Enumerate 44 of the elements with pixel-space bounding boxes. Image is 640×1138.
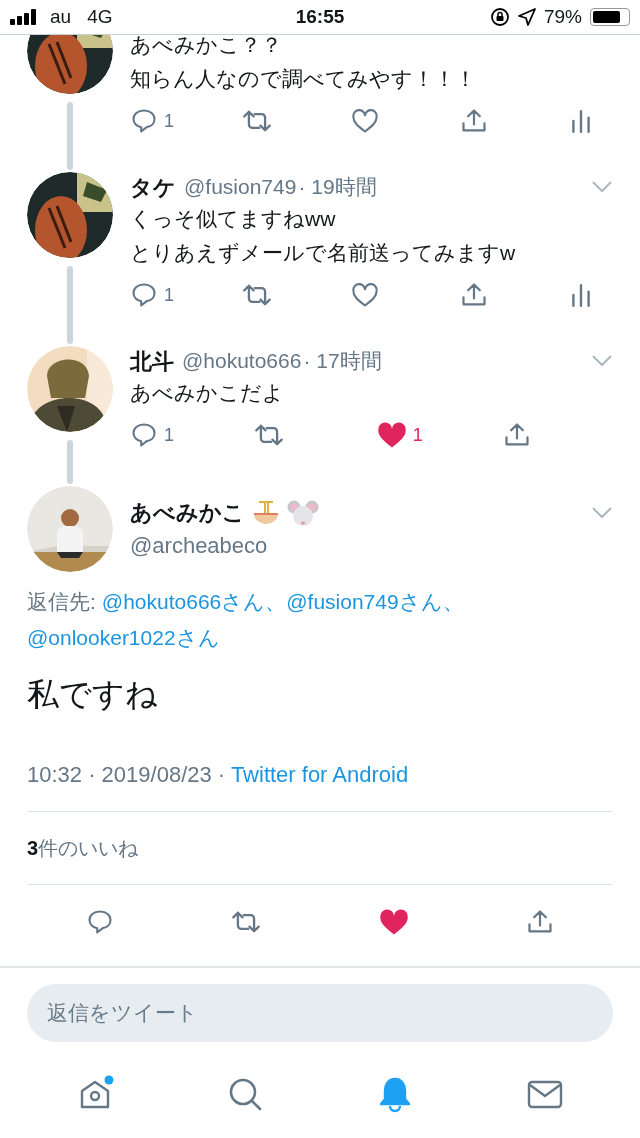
location-arrow-icon xyxy=(517,8,536,26)
user-handle: @hokuto666 xyxy=(182,348,302,375)
analytics-icon[interactable] xyxy=(569,282,592,308)
likes-count: 3 xyxy=(27,836,39,861)
user-name: あべみかこ xyxy=(130,499,245,527)
tweet-time: · 19時間 xyxy=(298,174,377,201)
heart-icon[interactable] xyxy=(378,908,409,936)
analytics-icon[interactable] xyxy=(569,108,592,134)
action-count: 1 xyxy=(164,109,174,133)
reply-label: 返信先: xyxy=(27,590,96,613)
heart-icon[interactable] xyxy=(351,108,379,134)
heart-icon[interactable] xyxy=(351,282,379,308)
tweet-time: · 17時間 xyxy=(303,348,382,375)
likes-label: 件のいいね xyxy=(38,836,139,861)
action-count: 1 xyxy=(164,423,174,447)
tweet-text: あべみかこ？？ xyxy=(130,35,283,58)
action-count: 1 xyxy=(412,423,423,447)
tweet-text: あべみかこだよ xyxy=(130,380,285,406)
reply-icon[interactable] xyxy=(130,281,158,309)
user-handle: @archeabeco xyxy=(130,532,269,560)
heart-icon[interactable] xyxy=(376,421,407,449)
tweet-text: くっそ似てますねww xyxy=(130,206,337,232)
user-name: タケ xyxy=(130,173,176,202)
reply-field[interactable]: 返信をツイート xyxy=(27,984,613,1042)
network-type: 4G xyxy=(87,4,113,29)
tweet-timestamp: 10:32 · 2019/08/23 · xyxy=(27,762,227,787)
user-handle: @fusion749 xyxy=(184,174,297,201)
action-count: 1 xyxy=(164,283,174,307)
tweet-text: 私ですね xyxy=(27,675,159,714)
clock-time: 16:55 xyxy=(294,4,346,29)
rotation-lock-icon xyxy=(489,7,510,27)
source-link[interactable]: Twitter for Android xyxy=(230,762,409,787)
carrier-name: au xyxy=(50,4,72,29)
battery-percent: 79% xyxy=(543,4,582,29)
mention-link[interactable]: @hokuto666さん、 xyxy=(101,590,287,613)
battery-icon xyxy=(590,8,630,26)
tweet-text: 知らん人なので調べてみやす！！！ xyxy=(130,66,477,92)
mention-link[interactable]: @fusion749さん、 xyxy=(286,590,464,613)
reply-icon[interactable] xyxy=(130,107,158,135)
mention-link[interactable]: @onlooker1022さん xyxy=(27,626,220,649)
reply-icon[interactable] xyxy=(85,908,114,936)
tweet-text: とりあえずメールで名前送ってみますw xyxy=(130,240,517,266)
reply-icon[interactable] xyxy=(130,421,158,449)
user-name: 北斗 xyxy=(130,347,174,376)
